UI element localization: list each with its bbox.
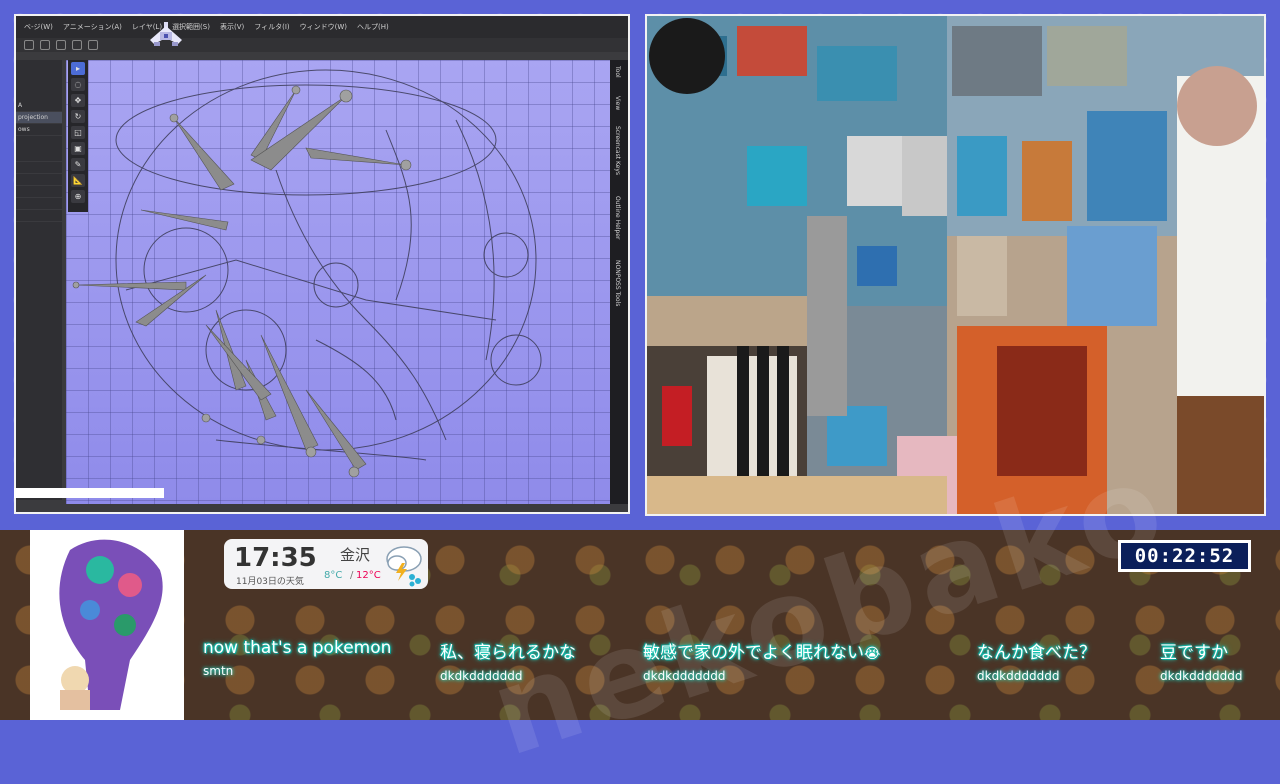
- stream-timer: 00:22:52: [1118, 540, 1251, 572]
- drawing-app-window: ベ-ジ(W) アニメーション(A) レイヤ(L) 選択範囲(S) 表示(V) フ…: [14, 14, 630, 514]
- menu-item-help[interactable]: ヘルプ(H): [357, 22, 389, 32]
- tool-column: ▸ ◌ ✥ ↻ ◱ ▣ ✎ 📐 ⊕: [68, 60, 88, 212]
- chat-message: 私、寝られるかな dkdkddddddd: [440, 638, 576, 683]
- chat-text: now that's a pokemon: [203, 638, 392, 658]
- timer-value: 00:22:52: [1121, 543, 1248, 569]
- menu-bar: ベ-ジ(W) アニメーション(A) レイヤ(L) 選択範囲(S) 表示(V) フ…: [16, 16, 628, 38]
- menu-item-animation[interactable]: アニメーション(A): [63, 22, 122, 32]
- tab-screencast-keys[interactable]: Screencast Keys: [614, 126, 621, 175]
- chat-username: smtn: [203, 664, 234, 678]
- transform-tool-icon[interactable]: ▣: [71, 142, 85, 155]
- layer-row[interactable]: ows: [16, 124, 62, 136]
- measure-tool-icon[interactable]: 📐: [71, 174, 85, 187]
- cursor-tool-icon[interactable]: ◌: [71, 78, 85, 91]
- clock-time: 17:35: [234, 543, 317, 573]
- sidebar-tabs: Tool View Screencast Keys Outline Helper…: [610, 60, 628, 504]
- menu-item-page[interactable]: ベ-ジ(W): [24, 22, 53, 32]
- character-art: [30, 530, 184, 720]
- rain-cloud-icon: [386, 546, 422, 587]
- temp-separator: /: [350, 570, 354, 581]
- temp-low: 8°C: [324, 570, 343, 581]
- character-illustration: [30, 530, 184, 720]
- chat-username: dkdkddddddd: [1160, 669, 1243, 683]
- move-tool-icon[interactable]: ✥: [71, 94, 85, 107]
- redo-icon[interactable]: [40, 40, 50, 50]
- menu-item-filter[interactable]: フィルタ(I): [254, 22, 289, 32]
- spaceship-logo-icon: [150, 22, 182, 46]
- temp-high: 12°C: [356, 570, 381, 581]
- annotate-tool-icon[interactable]: ✎: [71, 158, 85, 171]
- chat-message: 敏感で家の外でよく眠れない😭 dkdkddddddd: [643, 638, 880, 683]
- select-tool-icon[interactable]: ▸: [71, 62, 85, 75]
- layer-row[interactable]: A: [16, 100, 62, 112]
- layer-row[interactable]: [16, 162, 62, 174]
- layer-row[interactable]: [16, 186, 62, 198]
- menu-item-view[interactable]: 表示(V): [220, 22, 244, 32]
- chat-message: 豆ですか dkdkddddddd: [1160, 638, 1242, 683]
- tab-nonposs-tools[interactable]: NONPOSS Tools: [614, 260, 621, 306]
- layers-panel: A projection ows: [16, 60, 62, 500]
- crying-face-icon: 😭: [864, 646, 881, 662]
- menu-item-window[interactable]: ウィンドウ(W): [300, 22, 347, 32]
- app-toolbar: [16, 38, 628, 52]
- status-bar: [14, 488, 164, 498]
- chat-username: dkdkddddddd: [440, 669, 523, 683]
- chat-text: 敏感で家の外でよく眠れない: [643, 643, 864, 663]
- weather-city: 金沢: [340, 546, 371, 564]
- layer-row[interactable]: [16, 198, 62, 210]
- chat-text: 豆ですか: [1160, 643, 1228, 663]
- chat-username: dkdkddddddd: [977, 669, 1060, 683]
- layer-row[interactable]: [16, 150, 62, 162]
- transform-icon[interactable]: [72, 40, 82, 50]
- add-tool-icon[interactable]: ⊕: [71, 190, 85, 203]
- chat-message: now that's a pokemon smtn: [203, 638, 391, 678]
- weather-widget: 17:35 11月03日の天気 金沢 8°C / 12°C: [224, 539, 428, 589]
- drawing-canvas[interactable]: [66, 60, 610, 504]
- sketch-drawing: [72, 69, 542, 478]
- webcam-image: [647, 16, 1264, 514]
- weather-date: 11月03日の天気: [236, 577, 304, 587]
- bottom-overlay: [0, 530, 1280, 720]
- clear-icon[interactable]: [56, 40, 66, 50]
- tab-tool[interactable]: Tool: [614, 66, 621, 78]
- tab-outline-helper[interactable]: Outline Helper: [614, 196, 621, 239]
- chat-message: なんか食べた？ dkdkddddddd: [977, 638, 1096, 683]
- tab-view[interactable]: View: [614, 96, 621, 110]
- webcam-feed: [645, 14, 1266, 516]
- chat-text: 私、寝られるかな: [440, 643, 576, 663]
- layer-row[interactable]: [16, 174, 62, 186]
- scale-tool-icon[interactable]: ◱: [71, 126, 85, 139]
- settings-icon[interactable]: [88, 40, 98, 50]
- rotate-tool-icon[interactable]: ↻: [71, 110, 85, 123]
- layer-row[interactable]: [16, 210, 62, 222]
- chat-username: dkdkddddddd: [643, 669, 726, 683]
- chat-text: なんか食べた？: [977, 643, 1096, 663]
- undo-icon[interactable]: [24, 40, 34, 50]
- layer-row[interactable]: projection: [16, 112, 62, 124]
